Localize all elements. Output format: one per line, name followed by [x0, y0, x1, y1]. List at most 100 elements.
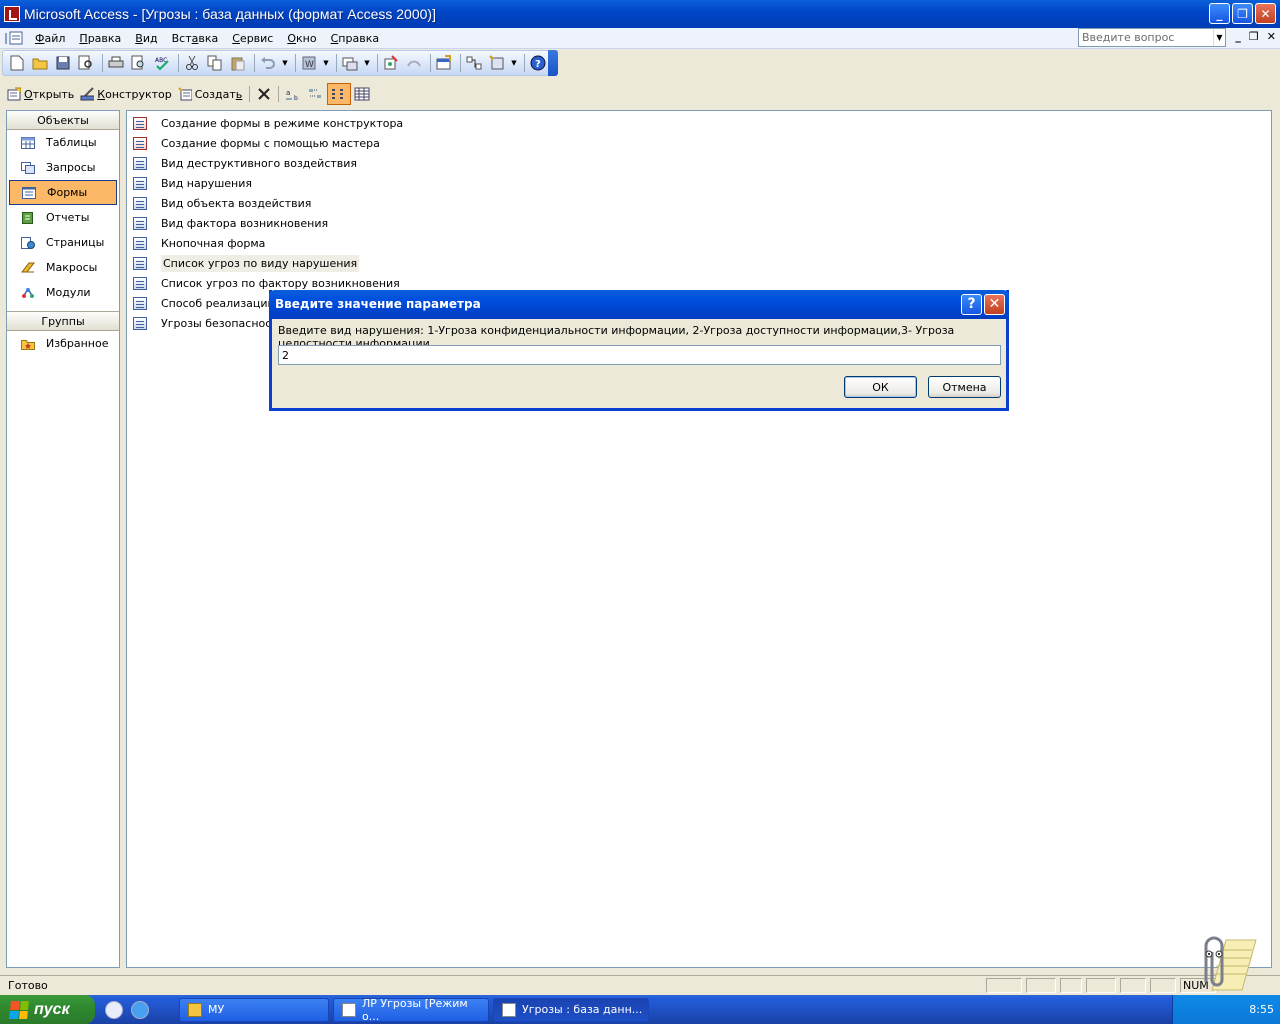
- spelling-icon[interactable]: ABC: [152, 53, 172, 73]
- design-object-button[interactable]: Конструктор: [77, 83, 174, 105]
- menu-file[interactable]: Файл: [28, 29, 72, 48]
- undo-icon[interactable]: [258, 53, 278, 73]
- sidebar-item-macros[interactable]: Макросы: [7, 255, 119, 280]
- new-object-dropdown-icon[interactable]: ▼: [510, 53, 518, 73]
- new-object-icon[interactable]: [487, 53, 507, 73]
- open-form-icon: [7, 87, 21, 101]
- list-item-selected[interactable]: Список угроз по виду нарушения: [133, 253, 360, 273]
- status-panel: [1060, 978, 1082, 993]
- forms-list: Создание формы в режиме конструктора Соз…: [126, 110, 1272, 968]
- cut-icon[interactable]: [182, 53, 202, 73]
- dialog-help-button[interactable]: ?: [961, 294, 982, 315]
- menu-help[interactable]: Справка: [324, 29, 386, 48]
- list-item[interactable]: Угрозы безопасности: [133, 313, 285, 333]
- sidebar-item-queries[interactable]: Запросы: [7, 155, 119, 180]
- search-file-icon[interactable]: [76, 53, 96, 73]
- macro-icon: [21, 262, 35, 272]
- small-icons-view-icon[interactable]: [305, 83, 327, 105]
- taskbar-item-threats-db[interactable]: Угрозы : база данн...: [493, 997, 649, 1022]
- paste-icon[interactable]: [228, 53, 248, 73]
- minimize-button[interactable]: _: [1209, 3, 1230, 24]
- undo-dropdown-icon[interactable]: ▼: [281, 53, 289, 73]
- taskbar-item-mu[interactable]: МУ: [179, 997, 329, 1022]
- taskbar-item-lr[interactable]: ЛР Угрозы [Режим о...: [333, 997, 489, 1023]
- list-item[interactable]: Вид деструктивного воздействия: [133, 153, 357, 173]
- copy-icon[interactable]: [205, 53, 225, 73]
- access-app-icon[interactable]: [4, 6, 20, 22]
- list-item[interactable]: Вид объекта воздействия: [133, 193, 311, 213]
- script-editor-icon[interactable]: [404, 53, 424, 73]
- new-file-icon[interactable]: [7, 53, 27, 73]
- dialog-close-button[interactable]: ✕: [984, 294, 1005, 315]
- window-title: Microsoft Access - [Угрозы : база данных…: [24, 6, 436, 22]
- mdi-close-button[interactable]: ✕: [1267, 30, 1276, 43]
- properties-icon[interactable]: [434, 53, 454, 73]
- query-icon: [21, 161, 35, 174]
- save-icon[interactable]: [53, 53, 73, 73]
- menu-db-icon[interactable]: [4, 30, 28, 46]
- sidebar-item-forms[interactable]: Формы: [9, 180, 117, 205]
- sidebar-item-favorites[interactable]: Избранное: [7, 331, 119, 356]
- office-assistant[interactable]: [1192, 932, 1262, 992]
- form-icon: [133, 276, 147, 290]
- office-links-icon[interactable]: W: [299, 53, 319, 73]
- status-panel: [1120, 978, 1146, 993]
- details-view-icon[interactable]: [351, 83, 373, 105]
- svg-text:b: b: [294, 95, 298, 101]
- print-icon[interactable]: [106, 53, 126, 73]
- ask-question-box[interactable]: Введите вопрос ▼: [1078, 28, 1226, 47]
- menu-window[interactable]: Окно: [280, 29, 323, 48]
- sidebar-item-reports[interactable]: Отчеты: [7, 205, 119, 230]
- quick-launch-ie-icon[interactable]: [131, 1000, 149, 1019]
- restore-button[interactable]: ❐: [1232, 3, 1253, 24]
- dialog-title-bar[interactable]: Введите значение параметра ? ✕: [269, 290, 1009, 319]
- list-item[interactable]: Вид нарушения: [133, 173, 252, 193]
- open-folder-icon[interactable]: [30, 53, 50, 73]
- standard-toolbar: ABC ▼ W ▼ ▼ ▼ ?: [2, 50, 558, 76]
- mdi-restore-button[interactable]: ❐: [1249, 30, 1259, 43]
- code-icon[interactable]: [381, 53, 401, 73]
- delete-icon[interactable]: [254, 83, 274, 105]
- sidebar-item-modules[interactable]: Модули: [7, 280, 119, 305]
- form-icon: [133, 236, 147, 250]
- groups-header[interactable]: Группы: [7, 311, 119, 331]
- analyze-icon[interactable]: [340, 53, 360, 73]
- start-button[interactable]: пуск: [0, 995, 95, 1024]
- list-item[interactable]: Создание формы в режиме конструктора: [133, 113, 403, 133]
- print-preview-icon[interactable]: [129, 53, 149, 73]
- list-item[interactable]: Кнопочная форма: [133, 233, 265, 253]
- objects-header[interactable]: Объекты: [7, 111, 119, 130]
- list-item[interactable]: Способ реализации: [133, 293, 275, 313]
- open-object-button[interactable]: Открыть: [4, 83, 77, 105]
- menu-view[interactable]: Вид: [128, 29, 164, 48]
- favorites-folder-icon: [21, 339, 35, 350]
- menu-edit[interactable]: Правка: [72, 29, 128, 48]
- parameter-input[interactable]: 2: [278, 345, 1001, 365]
- menu-tools[interactable]: Сервис: [225, 29, 280, 48]
- chevron-down-icon[interactable]: ▼: [1213, 29, 1225, 46]
- ok-button[interactable]: ОК: [844, 376, 917, 398]
- help-icon[interactable]: ?: [528, 53, 548, 73]
- large-icons-view-icon[interactable]: ab: [283, 83, 305, 105]
- sidebar-item-tables[interactable]: Таблицы: [7, 130, 119, 155]
- app-title-bar[interactable]: Microsoft Access - [Угрозы : база данных…: [0, 0, 1280, 28]
- form-icon: [133, 316, 147, 330]
- clock[interactable]: 8:55: [1249, 1003, 1274, 1016]
- close-button[interactable]: ✕: [1255, 3, 1276, 24]
- status-bar: Готово NUM: [0, 975, 1280, 995]
- list-item[interactable]: Создание формы с помощью мастера: [133, 133, 380, 153]
- sidebar-item-pages[interactable]: Страницы: [7, 230, 119, 255]
- cancel-button[interactable]: Отмена: [928, 376, 1001, 398]
- create-object-button[interactable]: Создать: [175, 83, 246, 105]
- mdi-minimize-button[interactable]: _: [1235, 30, 1241, 43]
- list-view-icon[interactable]: [327, 83, 352, 105]
- quick-launch-browser-icon[interactable]: [105, 1000, 123, 1019]
- status-panel: [1026, 978, 1056, 993]
- analyze-dropdown-icon[interactable]: ▼: [363, 53, 371, 73]
- relationships-icon[interactable]: [464, 53, 484, 73]
- toolbar-options-handle[interactable]: [548, 50, 558, 76]
- menu-insert[interactable]: Вставка: [165, 29, 226, 48]
- office-links-dropdown-icon[interactable]: ▼: [322, 53, 330, 73]
- list-item[interactable]: Вид фактора возникновения: [133, 213, 328, 233]
- form-icon: [133, 216, 147, 230]
